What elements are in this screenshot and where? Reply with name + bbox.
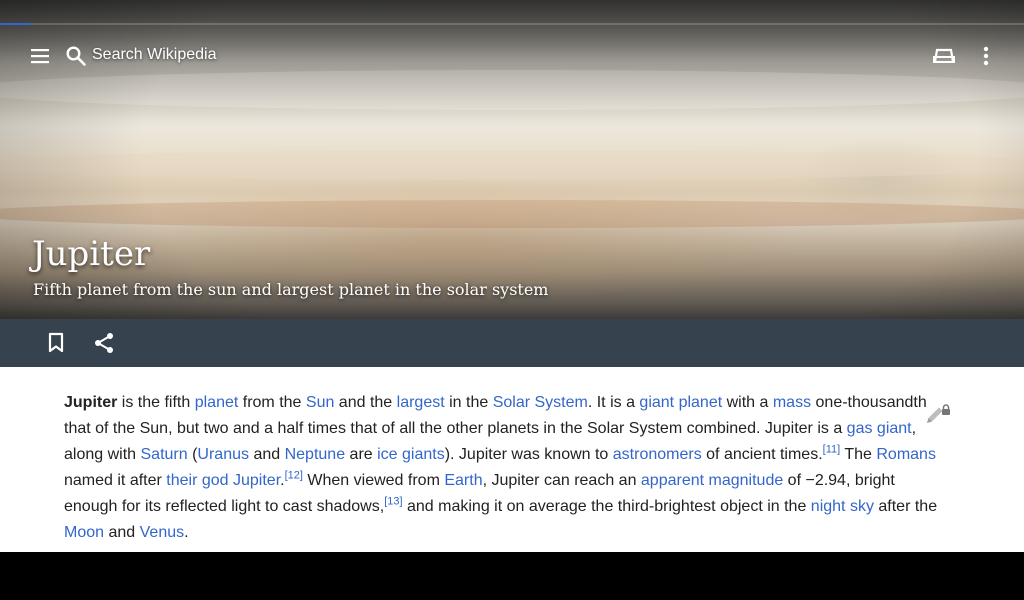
- page-action-bar: [0, 319, 1024, 367]
- link-gas-giant[interactable]: gas giant: [847, 420, 912, 437]
- link-mass[interactable]: mass: [773, 394, 811, 411]
- bold-term: Jupiter: [64, 394, 118, 411]
- link-earth[interactable]: Earth: [444, 472, 482, 489]
- text: with a: [722, 394, 773, 411]
- reading-list-icon[interactable]: [932, 44, 956, 68]
- lead-image[interactable]: Search Wikipedia Jupiter Fifth planet fr…: [0, 0, 1024, 319]
- link-their-god-jupiter[interactable]: their god Jupiter: [166, 472, 280, 489]
- reference-13[interactable]: [13]: [384, 496, 402, 508]
- text: When viewed from: [302, 472, 445, 489]
- text: are: [345, 446, 378, 463]
- reference-12[interactable]: [12]: [285, 470, 303, 482]
- link-neptune[interactable]: Neptune: [285, 446, 346, 463]
- app-screen: Search Wikipedia Jupiter Fifth planet fr…: [0, 0, 1024, 552]
- text: in the: [444, 394, 493, 411]
- link-ice-giants[interactable]: ice giants: [377, 446, 445, 463]
- text: from the: [238, 394, 306, 411]
- search-icon[interactable]: [64, 44, 88, 68]
- link-astronomers[interactable]: astronomers: [613, 446, 702, 463]
- text: and: [249, 446, 285, 463]
- text: of ancient times.: [701, 446, 823, 463]
- text: (: [187, 446, 198, 463]
- link-sun[interactable]: Sun: [306, 394, 334, 411]
- bookmark-icon[interactable]: [44, 331, 68, 355]
- search-input[interactable]: Search Wikipedia: [92, 46, 217, 64]
- system-navigation-bar: [0, 552, 1024, 600]
- link-night-sky[interactable]: night sky: [811, 498, 874, 515]
- text: ). Jupiter was known to: [444, 446, 613, 463]
- share-icon[interactable]: [92, 331, 116, 355]
- text: .: [184, 524, 189, 541]
- menu-icon[interactable]: [28, 44, 52, 68]
- text: after the: [873, 498, 938, 515]
- link-solar-system[interactable]: Solar System: [493, 394, 588, 411]
- loading-progress-fill: [0, 23, 31, 25]
- text: . It is a: [587, 394, 640, 411]
- reference-11[interactable]: [11]: [823, 444, 841, 456]
- text: named it after: [64, 472, 167, 489]
- more-vert-icon[interactable]: [974, 44, 998, 68]
- link-moon[interactable]: Moon: [64, 524, 104, 541]
- text: , Jupiter can reach an: [482, 472, 641, 489]
- link-apparent-magnitude[interactable]: apparent magnitude: [641, 472, 783, 489]
- text: is the fifth: [117, 394, 195, 411]
- link-venus[interactable]: Venus: [140, 524, 184, 541]
- article-lead-paragraph: Jupiter is the fifth planet from the Sun…: [64, 390, 946, 546]
- link-giant-planet[interactable]: giant planet: [639, 394, 722, 411]
- link-planet[interactable]: planet: [195, 394, 239, 411]
- text: and the: [334, 394, 397, 411]
- page-title: Jupiter: [32, 234, 151, 274]
- link-largest[interactable]: largest: [397, 394, 445, 411]
- link-romans[interactable]: Romans: [876, 446, 936, 463]
- loading-progress: [0, 23, 1024, 25]
- link-uranus[interactable]: Uranus: [197, 446, 249, 463]
- page-description: Fifth planet from the sun and largest pl…: [33, 280, 549, 299]
- text: The: [840, 446, 877, 463]
- text: and: [104, 524, 140, 541]
- link-saturn[interactable]: Saturn: [141, 446, 188, 463]
- text: and making it on average the third-brigh…: [402, 498, 811, 515]
